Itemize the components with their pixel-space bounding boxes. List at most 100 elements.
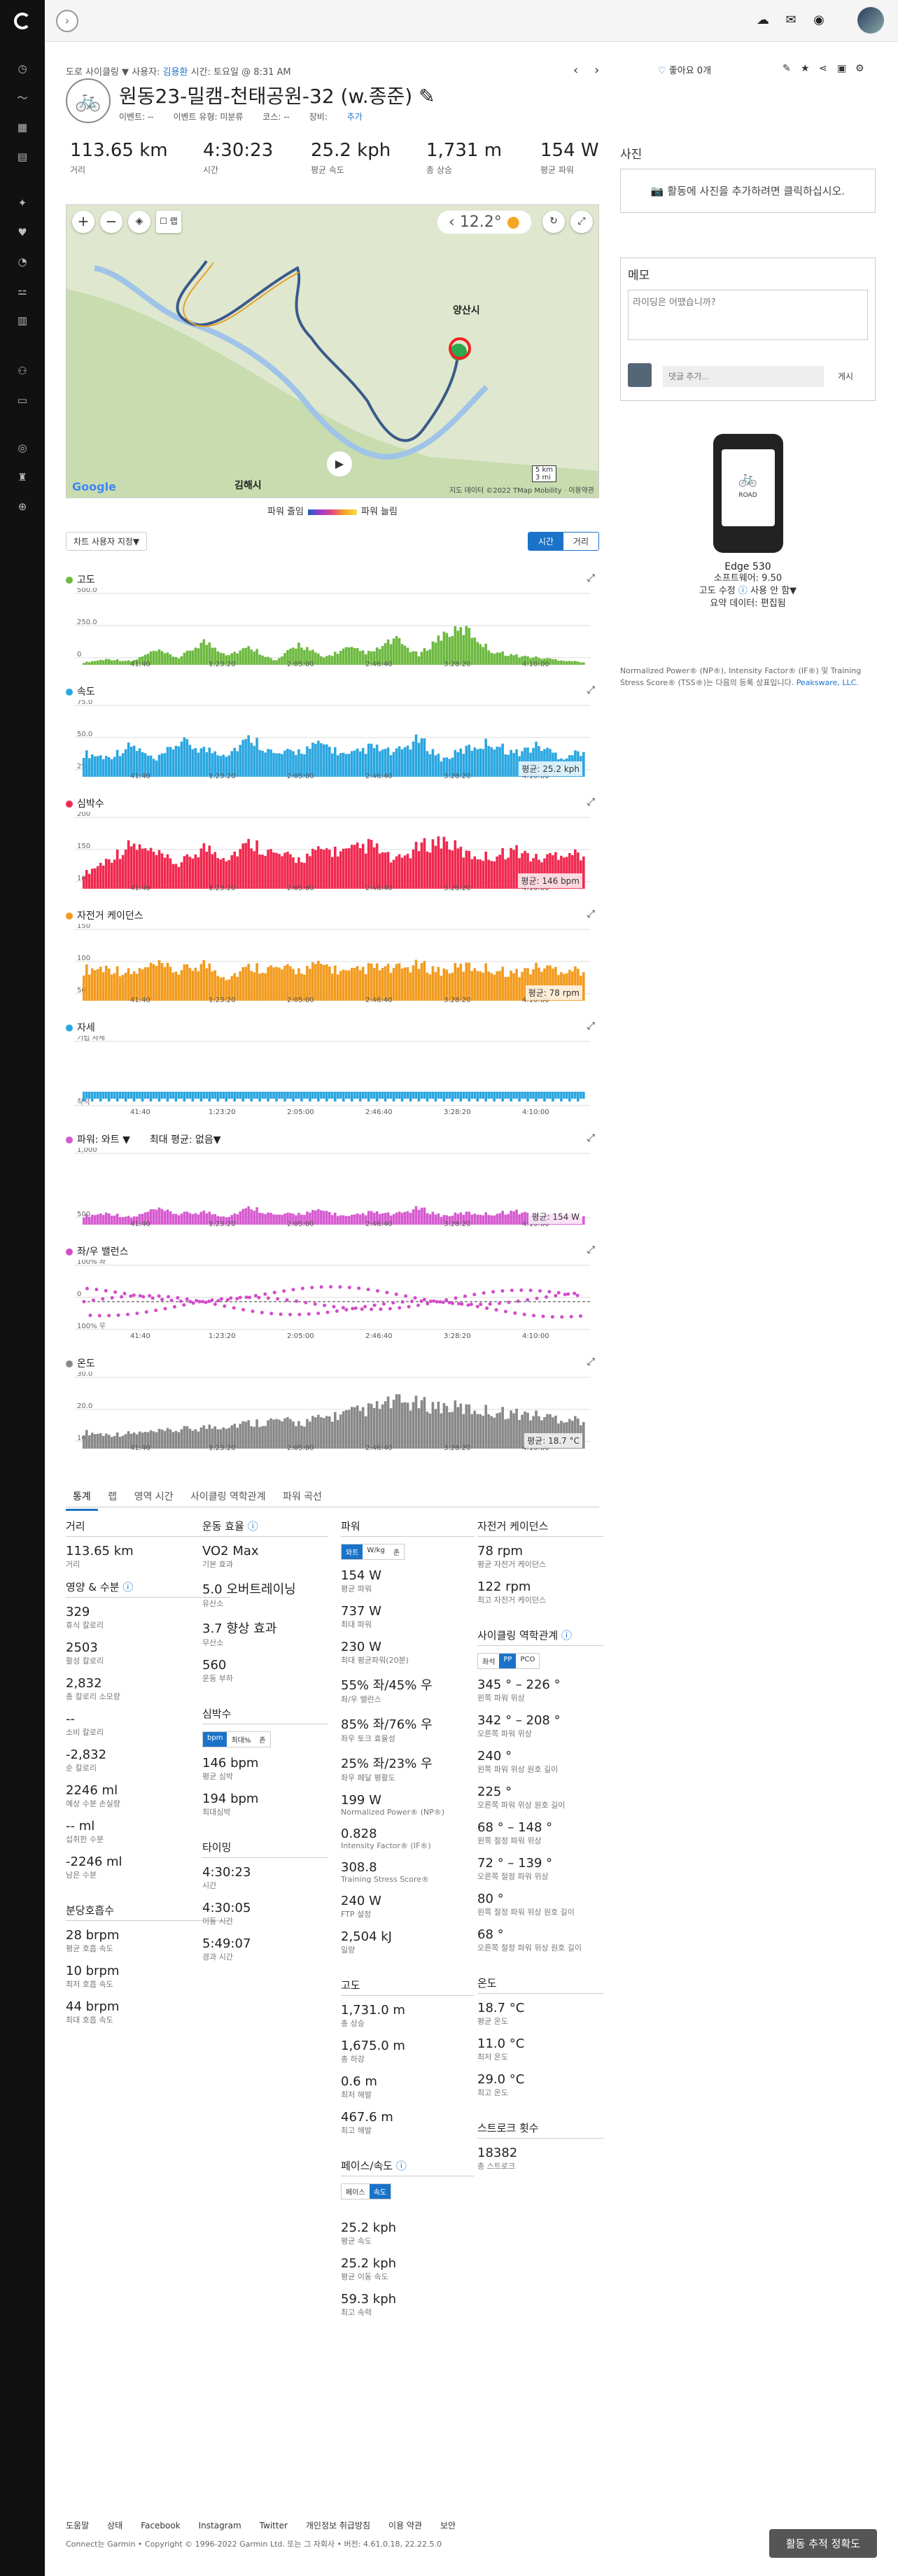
help-icon[interactable]: ⓘ (561, 1629, 572, 1642)
health-icon[interactable]: ♥ (15, 225, 29, 239)
toggle-speed[interactable]: 속도 (369, 2184, 391, 2199)
event-type-select[interactable]: 이벤트 유형: 미분류 (173, 112, 243, 122)
zoom-in-button[interactable]: + (72, 211, 94, 233)
toggle-time[interactable]: 시간 (528, 533, 563, 550)
fullscreen-icon[interactable]: ⤢ (570, 211, 593, 233)
reports-icon[interactable]: ▤ (15, 150, 29, 164)
calendar-icon[interactable]: ▦ (15, 120, 29, 134)
share-icon[interactable]: ⋖ (819, 63, 827, 74)
toggle-seated[interactable]: 좌석 (478, 1654, 499, 1668)
toggle-pp[interactable]: PP (499, 1654, 517, 1668)
toggle-pace[interactable]: 페이스 (342, 2184, 370, 2199)
prev-activity-button[interactable]: ‹ (573, 63, 578, 78)
toggle-distance[interactable]: 거리 (563, 533, 598, 550)
expand-chart-icon[interactable]: ⤢ (587, 1020, 595, 1032)
expand-chart-icon[interactable]: ⤢ (587, 1244, 595, 1255)
training-icon[interactable]: ✦ (15, 196, 29, 210)
tab-power-curve[interactable]: 파워 곡선 (276, 1484, 329, 1509)
footer-link[interactable]: 보안 (440, 2521, 456, 2531)
route-map[interactable]: + − ◈ ☐ 랩 ‹ 12.2° ● ↻ ⤢ 양산시 김해시 ▶ 5 km 3 … (66, 204, 599, 498)
map-attribution[interactable]: 지도 데이터 ©2022 TMap Mobility · 이용약관 (449, 484, 594, 495)
toggle-pco[interactable]: PCO (516, 1654, 539, 1668)
tab-time-in-zone[interactable]: 영역 시간 (127, 1484, 181, 1509)
trophy-icon[interactable]: ♜ (15, 470, 29, 484)
expand-chart-icon[interactable]: ⤢ (587, 908, 595, 920)
tab-cycling-dynamics[interactable]: 사이클링 역학관계 (183, 1484, 273, 1509)
chart-subtitle[interactable]: 최대 평균: 없음▼ (150, 1134, 221, 1146)
tracking-accuracy-button[interactable]: 활동 추적 정확도 (769, 2529, 877, 2558)
help-icon[interactable]: ⓘ (248, 1520, 258, 1533)
footer-link[interactable]: Twitter (260, 2521, 288, 2531)
chevron-down-icon[interactable]: ▼ (122, 67, 129, 78)
comment-input[interactable] (663, 366, 824, 387)
replay-icon[interactable]: ↻ (542, 211, 565, 233)
expand-chart-icon[interactable]: ⤢ (587, 684, 595, 696)
edit-pencil-icon[interactable]: ✎ (419, 85, 435, 108)
help-icon[interactable]: ⓘ (738, 586, 748, 596)
toggle-zone[interactable]: 존 (389, 1544, 404, 1559)
inbox-icon[interactable]: ✉ (782, 11, 800, 29)
badges-icon[interactable]: ◎ (15, 441, 29, 455)
garmin-connect-logo[interactable] (14, 13, 31, 29)
expand-chart-icon[interactable]: ⤢ (587, 1132, 595, 1143)
footer-link[interactable]: Facebook (141, 2521, 180, 2531)
chart-svg[interactable]: 30.020.010.041:401:23:202:05:002:46:403:… (74, 1372, 591, 1457)
chart-svg[interactable]: 75.050.025.041:401:23:202:05:002:46:403:… (74, 700, 591, 785)
chart-customize-select[interactable]: 차트 사용자 지정▼ (66, 532, 148, 551)
memo-textarea[interactable] (628, 290, 868, 340)
expand-chart-icon[interactable]: ⤢ (587, 1356, 595, 1367)
equipment-add-link[interactable]: 추가 (347, 112, 363, 122)
expand-chart-icon[interactable]: ⤢ (587, 572, 595, 584)
toggle-zone[interactable]: 존 (255, 1732, 269, 1747)
toggle-wkg[interactable]: W/kg (363, 1544, 388, 1559)
like-button[interactable]: ♡ 좋아요 0개 (658, 63, 711, 76)
back-chevron-icon[interactable]: ‹ (449, 213, 455, 231)
chart-svg[interactable]: 1,00050041:40 1:23:20 2:05:00 2:46:40 3:28:2… (74, 1148, 591, 1233)
toggle-max-pct[interactable]: 최대% (227, 1732, 255, 1747)
edit-icon[interactable]: ✎ (783, 63, 791, 74)
zoom-out-button[interactable]: − (100, 211, 122, 233)
upload-icon[interactable]: ☁ (754, 11, 772, 29)
elevation-correction-select[interactable]: 사용 안 함▼ (750, 586, 797, 596)
stopwatch-icon[interactable]: ◔ (15, 255, 29, 269)
peaksware-link[interactable]: Peaksware, LLC. (797, 678, 859, 687)
expand-nav-button[interactable]: › (56, 10, 78, 32)
event-select[interactable]: 이벤트: -- (119, 112, 154, 122)
help-icon[interactable]: ⓘ (122, 1581, 133, 1593)
chart-svg[interactable]: 기립 자세착석41:40 1:23:20 2:05:00 2:46:40 3:28:20… (74, 1036, 591, 1121)
notification-icon[interactable]: ◉ (810, 11, 828, 29)
activity-type[interactable]: 도로 사이클링 (66, 67, 119, 78)
chart-title-text[interactable]: 파워: 와트 ▼ (77, 1134, 130, 1146)
activities-icon[interactable]: 〜 (15, 91, 29, 105)
footer-link[interactable]: Instagram (199, 2521, 241, 2531)
tab-laps[interactable]: 랩 (101, 1484, 124, 1509)
user-link[interactable]: 김용환 (163, 67, 188, 78)
course-select[interactable]: 코스: -- (262, 112, 290, 122)
insights-icon[interactable]: ▥ (15, 314, 29, 328)
footer-link[interactable]: 개인정보 취급방침 (306, 2521, 370, 2531)
settings-gear-icon[interactable]: ⚙ (855, 63, 864, 74)
post-comment-button[interactable]: 게시 (838, 370, 853, 382)
next-activity-button[interactable]: › (594, 63, 599, 78)
play-button[interactable]: ▶ (327, 451, 352, 477)
gear-list-icon[interactable]: ⚍ (15, 284, 29, 298)
user-avatar[interactable] (857, 7, 884, 34)
plus-circle-icon[interactable]: ⊕ (15, 500, 29, 514)
footer-link[interactable]: 상태 (107, 2521, 122, 2531)
star-icon[interactable]: ★ (801, 63, 810, 74)
add-photo-box[interactable]: 📷 활동에 사진을 추가하려면 클릭하십시오. (620, 169, 876, 213)
connections-icon[interactable]: ⚇ (15, 364, 29, 378)
tab-stats[interactable]: 통계 (66, 1484, 98, 1511)
chart-svg[interactable]: 500.0 250.0 0 41:40 1:23:20 2:05:00 2:46:40 3:2… (74, 588, 591, 673)
footer-link[interactable]: 도움말 (66, 2521, 89, 2531)
chart-svg[interactable]: 100% 좌 0 100% 우 41:40 1:23:20 2:05:00 2:46:40 3… (74, 1260, 591, 1345)
footer-link[interactable]: 이용 약관 (388, 2521, 422, 2531)
toggle-bpm[interactable]: bpm (203, 1732, 227, 1747)
dashboard-icon[interactable]: ◷ (15, 62, 29, 76)
activity-title[interactable]: 원동23-밀캠-천태공원-32 (w.종준) ✎ (119, 81, 435, 109)
groups-icon[interactable]: ▭ (15, 393, 29, 407)
map-checkbox[interactable]: ☐ 랩 (156, 211, 181, 233)
expand-chart-icon[interactable]: ⤢ (587, 796, 595, 808)
toggle-watts[interactable]: 와트 (342, 1544, 363, 1559)
map-layers-icon[interactable]: ◈ (128, 211, 150, 233)
